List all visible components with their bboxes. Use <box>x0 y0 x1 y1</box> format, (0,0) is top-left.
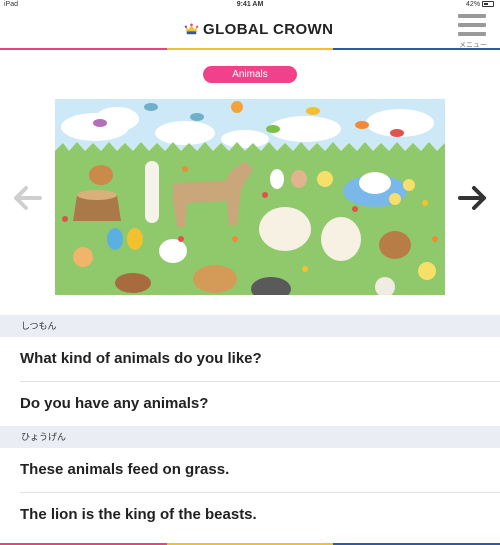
previous-button[interactable] <box>12 183 44 213</box>
arrow-right-icon <box>458 186 486 210</box>
section-header-expressions: ひょうげん <box>0 426 500 448</box>
category-tag: Animals <box>203 66 297 83</box>
battery-icon <box>482 1 494 8</box>
logo[interactable]: GLOBAL CROWN <box>184 21 333 38</box>
battery-percent: 42% <box>466 1 481 8</box>
crown-logo-icon <box>184 23 199 35</box>
next-button[interactable] <box>456 183 488 213</box>
battery-status: 42% <box>466 1 494 8</box>
status-bar: iPad 9:41 AM 42% <box>0 0 500 12</box>
phrase-item[interactable]: These animals feed on grass. <box>0 448 500 492</box>
phrase-item[interactable]: The lion is the king of the beasts. <box>0 493 500 537</box>
animals-illustration <box>55 99 445 295</box>
app-header: GLOBAL CROWN メニュー <box>0 12 500 50</box>
logo-text: GLOBAL CROWN <box>203 21 334 38</box>
top-color-stripe <box>0 48 500 50</box>
menu-button[interactable]: メニュー <box>456 12 490 49</box>
hamburger-icon <box>458 14 486 18</box>
section-header-questions: しつもん <box>0 315 500 337</box>
arrow-left-icon <box>14 186 42 210</box>
phrase-item[interactable]: What kind of animals do you like? <box>0 337 500 381</box>
status-time: 9:41 AM <box>236 1 264 8</box>
phrase-item[interactable]: Do you have any animals? <box>0 382 500 426</box>
